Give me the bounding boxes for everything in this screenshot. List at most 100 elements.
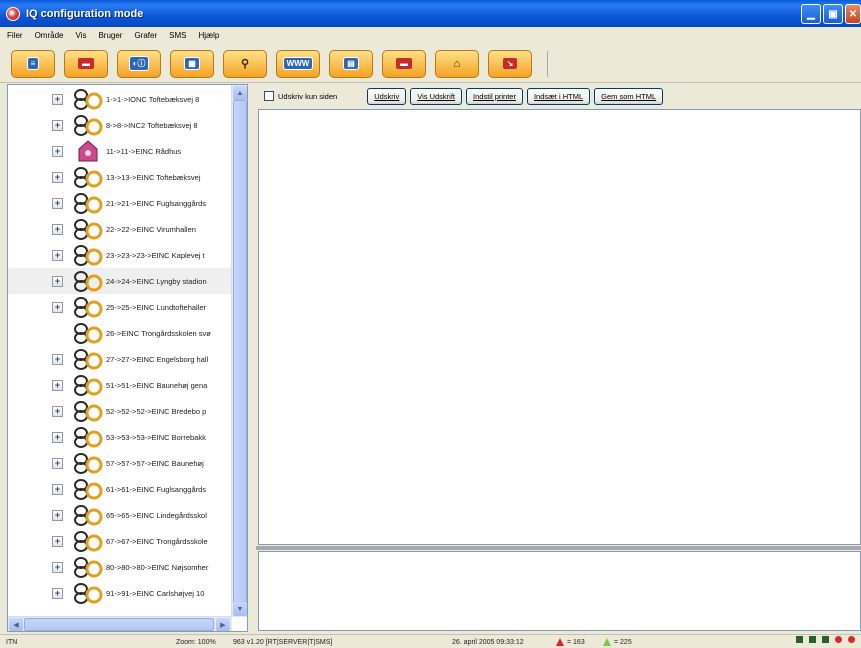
expand-icon[interactable]: + xyxy=(52,145,63,157)
tree-item[interactable]: +51->51->EINC Baunehøj gena xyxy=(8,372,232,398)
tree-item[interactable]: +65->65->EINC Lindegårdsskol xyxy=(8,502,232,528)
meter-icon xyxy=(73,321,103,345)
install-icon: ▬ xyxy=(78,58,94,69)
expand-icon[interactable]: + xyxy=(52,275,63,287)
status-red-count-wrap: = 163 xyxy=(556,636,585,648)
alarm-dot-icon-2 xyxy=(848,636,855,643)
toolbar-button-arrow[interactable]: ↘ xyxy=(488,49,532,78)
network-icon xyxy=(809,636,816,643)
window-controls: ▁ ▣ ✕ xyxy=(801,4,861,24)
tree-item[interactable]: +80->80->80->EINC Nøjsomher xyxy=(8,554,232,580)
tree-item-label: 1->1->IONC Toftebæksvej 8 xyxy=(106,94,200,104)
save-html-button[interactable]: Gem som HTML xyxy=(594,87,664,105)
toolbar-button-config[interactable]: ▦ xyxy=(170,49,214,78)
tree-item[interactable]: +25->25->EINC Lundtoftehaller xyxy=(8,294,232,320)
tree-item[interactable]: +22->22->EINC Virumhallen xyxy=(8,216,232,242)
print-button[interactable]: Udskriv xyxy=(367,87,407,105)
pane-splitter[interactable] xyxy=(256,546,861,550)
expand-icon[interactable]: + xyxy=(52,171,63,183)
expand-icon[interactable]: + xyxy=(52,457,63,469)
app-window: IQ configuration mode ▁ ▣ ✕ Filer Område… xyxy=(0,0,861,648)
tree-vertical-scrollbar[interactable]: ▲ ▼ xyxy=(231,85,247,617)
tree-item[interactable]: +91->91->EINC Carlshøjvej 10 xyxy=(8,580,232,606)
meter-icon xyxy=(73,451,103,475)
tree-item[interactable]: +21->21->EINC Fuglsanggårds xyxy=(8,190,232,216)
expand-icon[interactable]: + xyxy=(52,379,63,391)
expand-icon[interactable]: + xyxy=(52,587,63,599)
scroll-left-icon[interactable]: ◀ xyxy=(9,618,23,631)
menu-bruger[interactable]: Bruger xyxy=(97,31,123,40)
menu-sms[interactable]: SMS xyxy=(168,31,187,40)
expand-icon[interactable]: + xyxy=(52,431,63,443)
title-bar[interactable]: IQ configuration mode ▁ ▣ ✕ xyxy=(0,0,861,27)
tree-item[interactable]: 26->EINC Trongårdsskolen svø xyxy=(8,320,232,346)
scroll-up-icon[interactable]: ▲ xyxy=(233,86,247,100)
tree-item[interactable]: +52->52->52->EINC Bredebo p xyxy=(8,398,232,424)
scroll-thumb[interactable] xyxy=(233,100,247,605)
meter-icon xyxy=(73,399,103,423)
toolbar-button-house[interactable]: ⌂ xyxy=(435,49,479,78)
config-icon: ▦ xyxy=(184,57,200,70)
meter-icon xyxy=(73,87,103,111)
status-icons xyxy=(796,636,855,643)
meter-icon xyxy=(73,347,103,371)
tree-list: +1->1->IONC Toftebæksvej 8 +8->8->INC2 To… xyxy=(8,85,232,617)
expand-icon[interactable]: + xyxy=(52,405,63,417)
print-page-only-checkbox[interactable] xyxy=(264,91,274,101)
expand-icon[interactable]: + xyxy=(52,93,63,105)
printer-setup-button[interactable]: Indstil printer xyxy=(466,87,523,105)
tree-horizontal-scrollbar[interactable]: ◀ ▶ xyxy=(8,616,232,631)
expand-icon[interactable]: + xyxy=(52,535,63,547)
menu-grafer[interactable]: Grafer xyxy=(133,31,158,40)
meter-icon xyxy=(73,529,103,553)
tree-item[interactable]: +67->67->EINC Trongårdsskole xyxy=(8,528,232,554)
menu-hjaelp[interactable]: Hjælp xyxy=(197,31,220,40)
tree-item[interactable]: +8->8->INC2 Toftebæksvej 8 xyxy=(8,112,232,138)
expand-icon[interactable]: + xyxy=(52,353,63,365)
info-icon: ◐ⓘ xyxy=(128,56,150,71)
expand-icon[interactable]: + xyxy=(52,119,63,131)
close-button[interactable]: ✕ xyxy=(845,4,861,24)
tree-item[interactable]: +27->27->EINC Engelsborg hall xyxy=(8,346,232,372)
toolbar-button-report[interactable]: ▤ xyxy=(329,49,373,78)
toolbar-button-minus[interactable]: ▬ xyxy=(382,49,426,78)
hscroll-thumb[interactable] xyxy=(24,618,214,631)
expand-icon[interactable]: + xyxy=(52,561,63,573)
scroll-down-icon[interactable]: ▼ xyxy=(233,602,247,616)
tree-item[interactable]: +61->61->EINC Fuglsanggårds xyxy=(8,476,232,502)
status-left: ITN xyxy=(6,638,18,646)
toolbar-button-www[interactable]: WWW xyxy=(276,49,320,78)
tree-item-label: 8->8->INC2 Toftebæksvej 8 xyxy=(106,120,198,130)
menu-filer[interactable]: Filer xyxy=(6,31,24,40)
minimize-button[interactable]: ▁ xyxy=(801,4,821,24)
menu-vis[interactable]: Vis xyxy=(74,31,87,40)
tree-item[interactable]: +24->24->EINC Lyngby stadion xyxy=(8,268,232,294)
expand-icon[interactable]: + xyxy=(52,509,63,521)
tree-item-label: 61->61->EINC Fuglsanggårds xyxy=(106,484,207,494)
menu-omraade[interactable]: Område xyxy=(34,31,65,40)
expand-icon[interactable]: + xyxy=(52,249,63,261)
toolbar-button-search[interactable]: ⚲ xyxy=(223,49,267,78)
expand-icon[interactable]: + xyxy=(52,197,63,209)
tree-item[interactable]: +13->13->EINC Toftebæksvej xyxy=(8,164,232,190)
tree-item-label: 57->57->57->EINC Baunehøj xyxy=(106,458,204,468)
scroll-right-icon[interactable]: ▶ xyxy=(216,618,230,631)
toolbar-button-install[interactable]: ▬ xyxy=(64,49,108,78)
tree-item[interactable]: +23->23->23->EINC Kaplevej t xyxy=(8,242,232,268)
tree-item-label: 13->13->EINC Toftebæksvej xyxy=(106,172,201,182)
tree-item[interactable]: +53->53->53->EINC Borrebakk xyxy=(8,424,232,450)
maximize-button[interactable]: ▣ xyxy=(823,4,843,24)
tree-item[interactable]: +1->1->IONC Toftebæksvej 8 xyxy=(8,86,232,112)
insert-html-button[interactable]: Indsæt i HTML xyxy=(526,87,591,105)
tree-item[interactable]: +57->57->57->EINC Baunehøj xyxy=(8,450,232,476)
expand-icon[interactable]: + xyxy=(52,223,63,235)
toolbar-button-info[interactable]: ◐ⓘ xyxy=(117,49,161,78)
print-preview-button[interactable]: Vis Udskrift xyxy=(410,87,463,105)
expand-icon[interactable]: + xyxy=(52,301,63,313)
toolbar-button-list[interactable]: ≡ xyxy=(11,49,55,78)
report-view[interactable] xyxy=(258,109,861,545)
detail-view[interactable] xyxy=(258,551,861,631)
tree-item[interactable]: +11->11->EINC Rådhus xyxy=(8,138,232,164)
location-tree[interactable]: +1->1->IONC Toftebæksvej 8 +8->8->INC2 To… xyxy=(7,84,248,632)
expand-icon[interactable]: + xyxy=(52,483,63,495)
